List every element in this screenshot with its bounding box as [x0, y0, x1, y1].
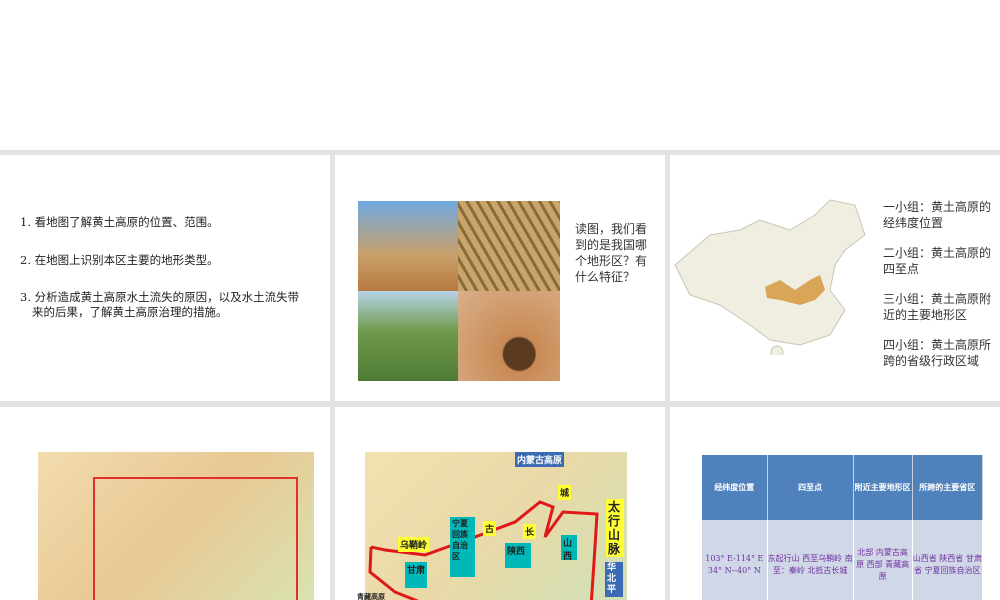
cell-extremes: 东起行山 西至乌鞘岭 南至：秦岭 北抵古长城: [767, 520, 854, 600]
label-qinghai-tibet: 青藏高原: [357, 592, 385, 600]
group-1-task: 一小组：黄土高原的经纬度位置: [883, 200, 992, 230]
slide-thumbnail-1[interactable]: 1. 看地图了解黄土高原的位置、范围。 2. 在地图上识别本区主要的地形类型。 …: [0, 155, 330, 401]
slide-thumbnail-3[interactable]: 一小组：黄土高原的经纬度位置 二小组：黄土高原的四至点 三小组：黄土高原附近的主…: [670, 155, 1000, 401]
cave-dwelling-photo: [458, 291, 560, 381]
objective-3: 3. 分析造成黄土高原水土流失的原因，以及水土流失带来的后果，了解黄土高原治理的…: [20, 290, 300, 319]
slide-sorter-header-area: [0, 0, 1000, 150]
label-gansu: 甘肃: [405, 562, 427, 588]
question-text: 读图，我们看到的是我国哪个地形区？有什么特征？: [575, 222, 648, 284]
label-shanxi: 山西: [561, 535, 577, 562]
label-wushaoling: 乌鞘岭: [398, 537, 430, 552]
label-chang: 长: [523, 524, 537, 539]
pagoda-photo: [358, 291, 458, 381]
china-map: [674, 199, 866, 355]
header-latlon: 经纬度位置: [702, 455, 768, 520]
slide-thumbnail-6[interactable]: 经纬度位置 四至点 附近主要地形区 所跨的主要省区 103° E-114° E …: [670, 407, 1000, 600]
group-2-task: 二小组：黄土高原的四至点: [883, 246, 992, 276]
objective-2: 2. 在地图上识别本区主要的地形类型。: [20, 253, 219, 267]
loess-terrain-photo: [458, 201, 560, 291]
slide-thumbnail-2[interactable]: 读图，我们看到的是我国哪个地形区？有什么特征？: [335, 155, 665, 401]
label-inner-mongolia: 内蒙古高原: [515, 452, 565, 467]
slide-thumbnail-4[interactable]: [0, 407, 330, 600]
label-shaanxi: 陕西: [505, 543, 531, 568]
label-gu: 古: [483, 521, 497, 536]
label-cheng: 城: [558, 485, 572, 500]
header-extremes: 四至点: [767, 455, 854, 520]
summary-table: 经纬度位置 四至点 附近主要地形区 所跨的主要省区 103° E-114° E …: [702, 455, 984, 600]
header-nearby-regions: 附近主要地形区: [853, 455, 913, 520]
dance-photo: [358, 201, 458, 291]
region-frame: [93, 477, 298, 600]
label-north-china: 华北平: [605, 562, 623, 597]
cell-latlon: 103° E-114° E 34° N--40° N: [702, 520, 768, 600]
label-ningxia: 宁夏回族自治区: [450, 517, 475, 577]
header-provinces: 所跨的主要省区: [912, 455, 984, 520]
cell-provinces: 山西省 陕西省 甘肃省 宁夏回族自治区: [912, 520, 984, 600]
slide-thumbnail-5[interactable]: 内蒙古高原 太行山脉 华北平 宁夏回族自治区 乌鞘岭 甘肃 陕西 山西 长 城 …: [335, 407, 665, 600]
topographic-map: [38, 452, 314, 600]
cell-nearby-regions: 北部 内蒙古高原 西部 青藏高原: [853, 520, 913, 600]
group-4-task: 四小组：黄土高原所跨的省级行政区域: [883, 338, 992, 368]
group-3-task: 三小组：黄土高原附近的主要地形区: [883, 292, 992, 322]
objective-1: 1. 看地图了解黄土高原的位置、范围。: [20, 215, 219, 229]
label-taihang: 太行山脉: [606, 499, 624, 557]
